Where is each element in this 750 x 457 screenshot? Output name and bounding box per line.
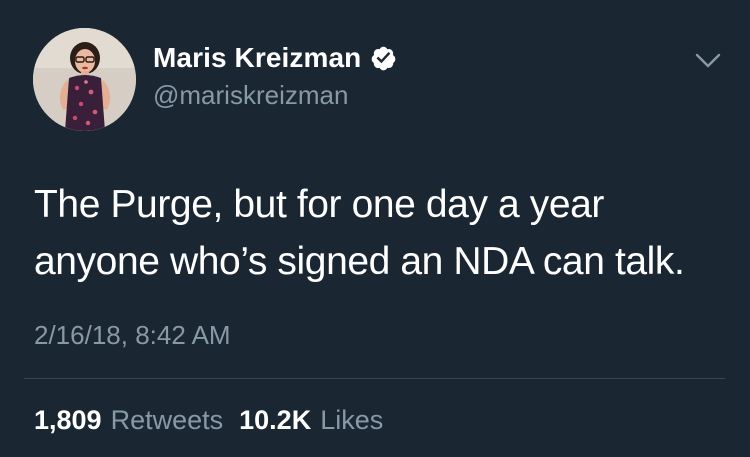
tweet-text: The Purge, but for one day a year anyone… <box>34 176 724 290</box>
retweets-stat[interactable]: 1,809 Retweets <box>34 405 223 436</box>
avatar-photo <box>33 28 136 131</box>
tweet-stats: 1,809 Retweets 10.2K Likes <box>34 405 383 436</box>
likes-stat[interactable]: 10.2K Likes <box>239 405 383 436</box>
tweet-card: Maris Kreizman @mariskreizman The Purge,… <box>0 0 750 457</box>
author-name-row: Maris Kreizman <box>153 42 397 74</box>
likes-count: 10.2K <box>239 405 312 435</box>
author-handle[interactable]: @mariskreizman <box>153 80 348 111</box>
chevron-down-icon[interactable] <box>694 50 722 72</box>
verified-badge-icon <box>370 45 397 72</box>
likes-label: Likes <box>320 405 384 435</box>
retweets-count: 1,809 <box>34 405 102 435</box>
avatar[interactable] <box>33 28 136 131</box>
author-display-name[interactable]: Maris Kreizman <box>153 42 361 74</box>
retweets-label: Retweets <box>110 405 224 435</box>
tweet-text-line: anyone who’s signed an NDA can talk. <box>34 240 685 283</box>
divider <box>24 378 725 379</box>
tweet-text-line: The Purge, but for one day a year <box>34 183 604 226</box>
tweet-timestamp[interactable]: 2/16/18, 8:42 AM <box>34 320 231 351</box>
